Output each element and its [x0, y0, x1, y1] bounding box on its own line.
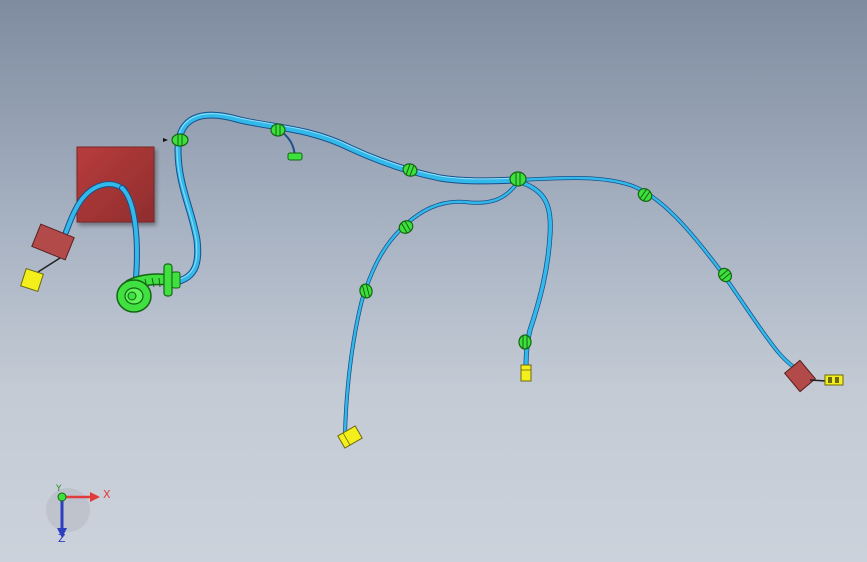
harness-model[interactable]: [0, 0, 867, 562]
x-axis-label: X: [103, 488, 111, 501]
connector-bottom-left[interactable]: [337, 425, 363, 449]
y-axis-dot: [57, 492, 67, 502]
tab-green[interactable]: [287, 152, 303, 161]
wire-branch-right[interactable]: [516, 175, 810, 377]
clip-middle[interactable]: [518, 334, 532, 350]
clip-left-2[interactable]: [358, 283, 373, 300]
connector-right-yellow[interactable]: [824, 374, 844, 386]
wire-stub-tab[interactable]: [281, 131, 296, 157]
z-axis-label: Z: [58, 532, 66, 545]
wire-branch-left[interactable]: [343, 180, 520, 437]
clip-1[interactable]: [163, 133, 189, 147]
y-axis-label: Y: [56, 484, 62, 494]
connector-left-yellow[interactable]: [20, 268, 44, 292]
x-axis-arrow: [90, 492, 100, 502]
clip-2[interactable]: [270, 123, 286, 137]
connector-middle[interactable]: [520, 364, 532, 382]
grommet-assembly[interactable]: [116, 263, 181, 313]
coordinate-triad: [46, 488, 100, 538]
cad-viewport[interactable]: X Y Z: [0, 0, 867, 562]
wire-main-trunk[interactable]: [166, 111, 522, 287]
clip-junction[interactable]: [509, 171, 527, 187]
